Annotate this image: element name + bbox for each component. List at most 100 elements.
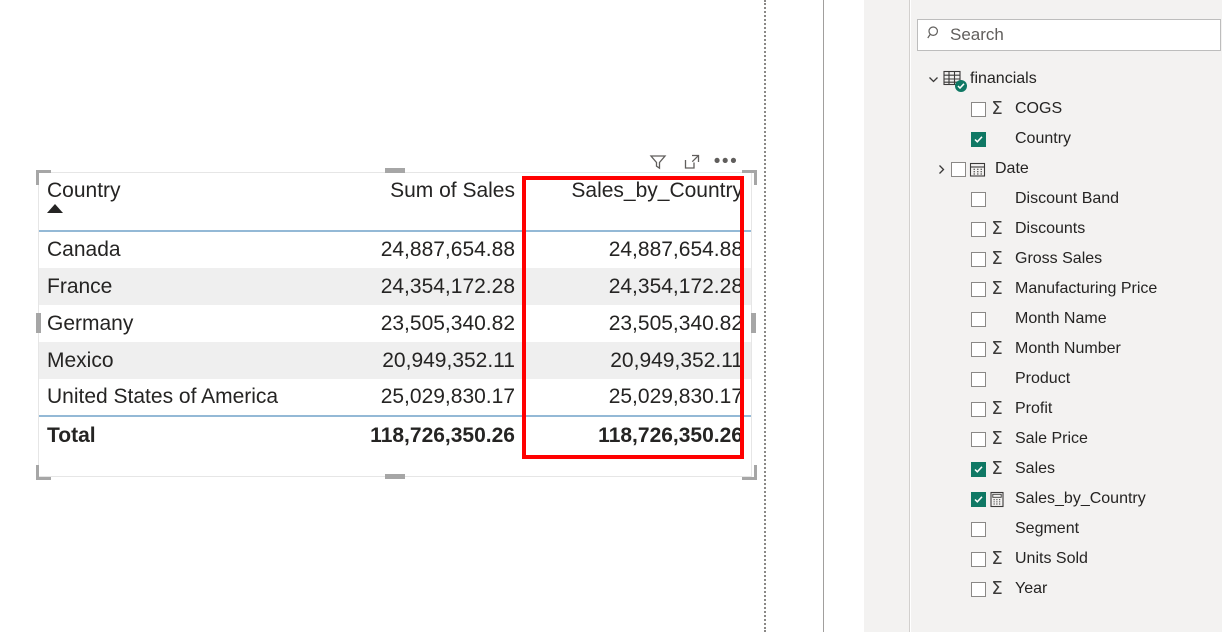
table-header: Country Sum of Sales Sales_by_Country [39, 173, 751, 232]
visualizations-pane-collapsed[interactable]: Visualizations [864, 0, 910, 632]
search-input[interactable]: Search [917, 19, 1221, 51]
sort-ascending-icon[interactable] [47, 204, 63, 213]
sigma-icon: Σ [991, 398, 1003, 419]
report-canvas[interactable]: ••• Country Sum of Sales Sales_by_Countr… [0, 0, 766, 632]
field-checkbox[interactable] [971, 101, 986, 117]
field-checkbox[interactable] [971, 191, 986, 207]
field-checkbox[interactable] [971, 251, 986, 267]
field-checkbox[interactable] [971, 491, 986, 507]
table-row[interactable]: United States of America 25,029,830.17 2… [39, 379, 751, 416]
selection-handle-middle-right[interactable] [751, 313, 756, 333]
selection-handle-top-left[interactable] [36, 170, 51, 185]
search-placeholder: Search [950, 25, 1004, 44]
selection-handle-middle-left[interactable] [36, 313, 41, 333]
field-item-discount-band[interactable]: Discount Band [917, 184, 1221, 214]
calendar-icon [966, 161, 988, 178]
cell-country: Germany [47, 311, 134, 335]
cell-sales-by-country: 24,354,172.28 [523, 268, 751, 305]
sigma-icon: Σ [991, 578, 1003, 599]
field-item-month-number[interactable]: Σ Month Number [917, 334, 1221, 364]
field-checkbox[interactable] [971, 311, 986, 327]
table-row[interactable]: Mexico 20,949,352.11 20,949,352.11 [39, 342, 751, 379]
field-tree-table-label: financials [970, 70, 1037, 87]
cell-sum-of-sales: 23,505,340.82 [380, 311, 515, 335]
table-row[interactable]: France 24,354,172.28 24,354,172.28 [39, 268, 751, 305]
selection-handle-bottom-center[interactable] [385, 474, 405, 479]
field-item-sales-by-country[interactable]: Sales_by_Country [917, 484, 1221, 514]
field-checkbox[interactable] [971, 401, 986, 417]
field-checkbox[interactable] [971, 431, 986, 447]
field-checkbox[interactable] [971, 371, 986, 387]
cell-sales-by-country: 20,949,352.11 [523, 342, 751, 379]
cell-country: Canada [47, 238, 121, 261]
field-label: Month Name [1015, 310, 1107, 327]
sigma-icon: Σ [991, 278, 1003, 299]
field-label: Date [995, 160, 1029, 177]
cell-sales-by-country: 25,029,830.17 [608, 385, 743, 408]
field-checkbox[interactable] [971, 461, 986, 477]
field-checkbox[interactable] [971, 551, 986, 567]
field-label: COGS [1015, 100, 1063, 117]
field-checkbox[interactable] [971, 131, 986, 147]
field-label: Profit [1015, 400, 1053, 417]
field-item-sale-price[interactable]: Σ Sale Price [917, 424, 1221, 454]
field-checkbox[interactable] [971, 521, 986, 537]
field-tree-table-financials[interactable]: financials [917, 64, 1221, 94]
cell-sales-by-country: 24,887,654.88 [608, 238, 743, 261]
cell-sum-of-sales: 24,354,172.28 [325, 268, 523, 305]
column-header-sales-by-country-label: Sales_by_Country [571, 179, 743, 202]
cell-sales-by-country: 23,505,340.82 [608, 311, 743, 335]
field-checkbox[interactable] [951, 161, 966, 177]
table-row[interactable]: Canada 24,887,654.88 24,887,654.88 [39, 231, 751, 268]
field-label: Manufacturing Price [1015, 280, 1158, 297]
field-checkbox[interactable] [971, 281, 986, 297]
filters-pane-collapsed[interactable]: Filters [824, 0, 864, 632]
cell-country: United States of America [47, 385, 279, 408]
field-label: Country [1015, 130, 1072, 147]
field-label: Year [1015, 580, 1048, 597]
field-item-month-name[interactable]: Month Name [917, 304, 1221, 334]
cell-sum-of-sales: 24,887,654.88 [380, 238, 515, 261]
fields-tree: financials Σ COGS Country Date Discount … [917, 64, 1221, 604]
field-label: Discounts [1015, 220, 1086, 237]
field-item-date[interactable]: Date [917, 154, 1221, 184]
field-checkbox[interactable] [971, 221, 986, 237]
selection-handle-top-center[interactable] [385, 168, 405, 173]
table-icon [943, 70, 967, 92]
selection-handle-bottom-left[interactable] [36, 465, 51, 480]
field-item-profit[interactable]: Σ Profit [917, 394, 1221, 424]
field-item-product[interactable]: Product [917, 364, 1221, 394]
column-header-sum-of-sales-label: Sum of Sales [390, 179, 515, 202]
table-visual[interactable]: Country Sum of Sales Sales_by_Country Ca… [38, 172, 752, 477]
cell-country: Mexico [39, 342, 325, 379]
field-item-gross-sales[interactable]: Σ Gross Sales [917, 244, 1221, 274]
field-item-manufacturing-price[interactable]: Σ Manufacturing Price [917, 274, 1221, 304]
field-item-discounts[interactable]: Σ Discounts [917, 214, 1221, 244]
table-checked-badge [955, 80, 967, 92]
field-label: Sale Price [1015, 430, 1088, 447]
visual-header-toolbar: ••• [648, 150, 752, 174]
field-item-year[interactable]: Σ Year [917, 574, 1221, 604]
table-row[interactable]: Germany 23,505,340.82 23,505,340.82 [39, 305, 751, 342]
field-item-units-sold[interactable]: Σ Units Sold [917, 544, 1221, 574]
table-total-row[interactable]: Total 118,726,350.26 118,726,350.26 [39, 415, 751, 455]
table-body: Canada 24,887,654.88 24,887,654.88 Franc… [39, 231, 751, 455]
focus-mode-icon[interactable] [682, 152, 702, 172]
column-header-sales-by-country[interactable]: Sales_by_Country [523, 173, 751, 232]
column-header-country-label: Country [47, 179, 121, 202]
more-options-icon[interactable]: ••• [714, 152, 737, 172]
selection-handle-bottom-right[interactable] [742, 465, 757, 480]
field-checkbox[interactable] [971, 341, 986, 357]
field-item-segment[interactable]: Segment [917, 514, 1221, 544]
field-item-cogs[interactable]: Σ COGS [917, 94, 1221, 124]
field-item-country[interactable]: Country [917, 124, 1221, 154]
field-item-sales[interactable]: Σ Sales [917, 454, 1221, 484]
column-header-sum-of-sales[interactable]: Sum of Sales [325, 173, 523, 232]
column-header-country[interactable]: Country [39, 173, 325, 232]
selection-handle-top-right[interactable] [742, 170, 757, 185]
chevron-down-icon[interactable] [923, 69, 943, 89]
field-checkbox[interactable] [971, 581, 986, 597]
cell-total-sum-of-sales: 118,726,350.26 [325, 415, 523, 455]
filter-icon[interactable] [648, 152, 668, 172]
chevron-right-icon[interactable] [931, 159, 951, 179]
